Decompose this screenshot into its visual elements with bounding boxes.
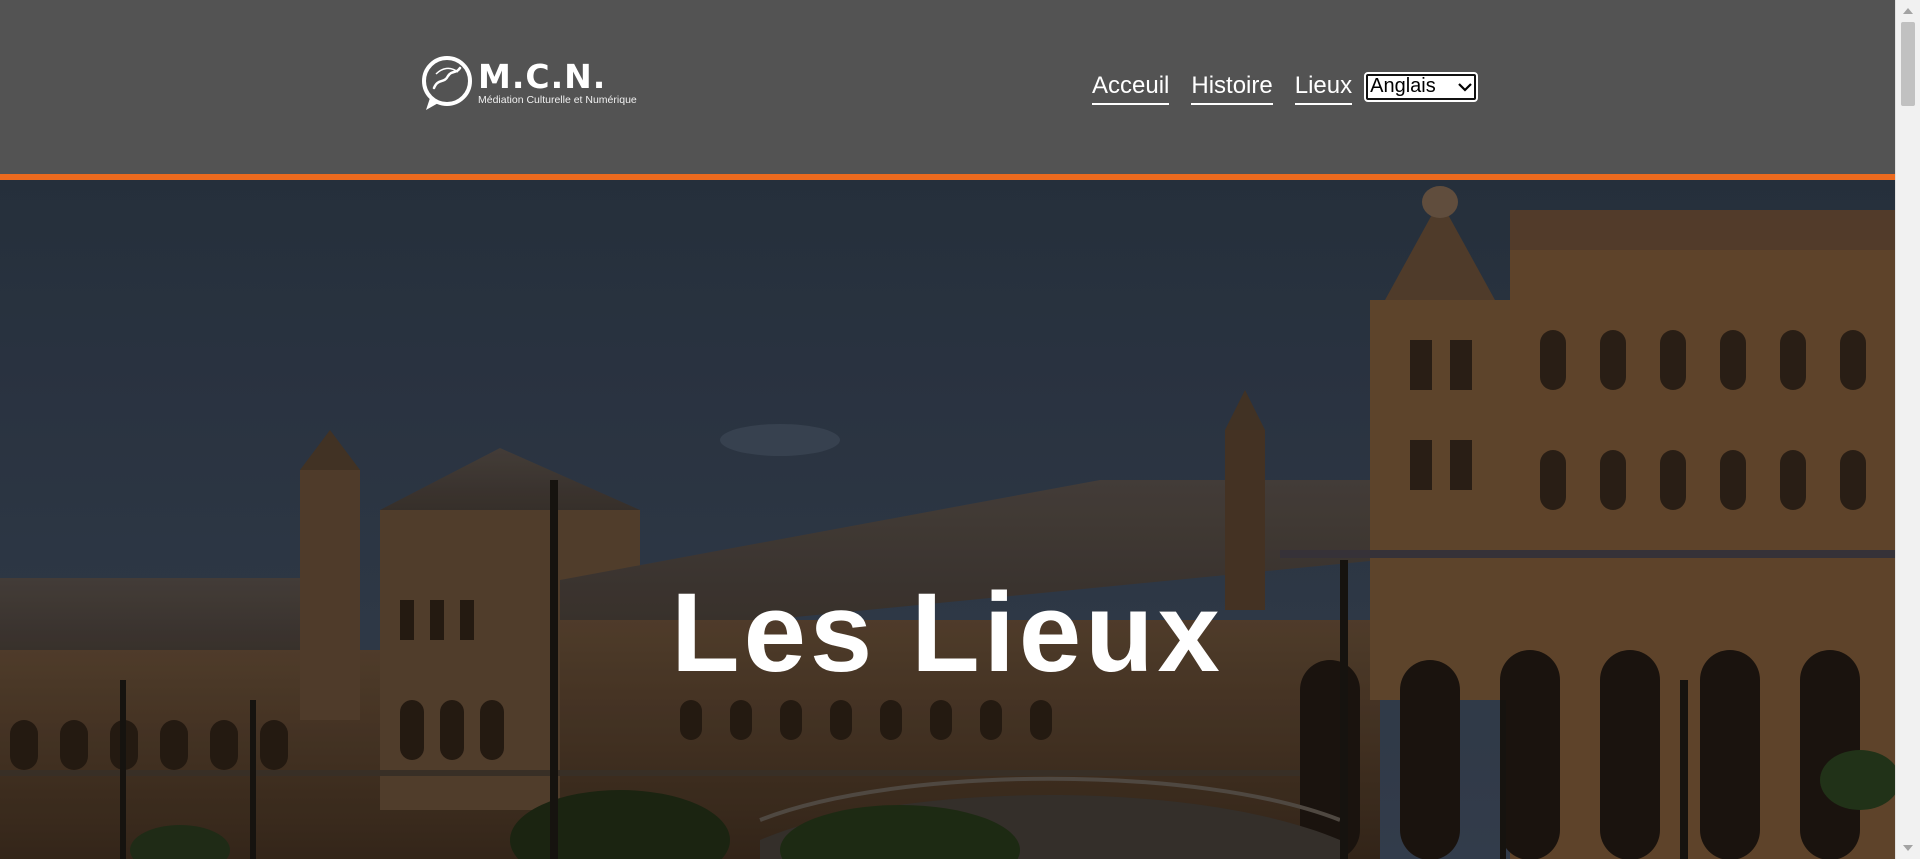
scroll-down-arrow-icon[interactable] (1896, 839, 1920, 857)
main-nav: Acceuil Histoire Lieux Anglais (1092, 71, 1479, 105)
vertical-scrollbar[interactable] (1895, 0, 1920, 859)
nav-link-acceuil[interactable]: Acceuil (1092, 72, 1170, 105)
scroll-up-arrow-icon[interactable] (1896, 2, 1920, 20)
logo-title: M.C.N. (478, 57, 607, 96)
nav-link-lieux[interactable]: Lieux (1294, 72, 1353, 105)
site-logo[interactable]: M.C.N. Médiation Culturelle et Numérique (420, 52, 640, 114)
logo-subtitle: Médiation Culturelle et Numérique (478, 94, 637, 106)
hero-overlay (0, 180, 1895, 859)
site-header: M.C.N. Médiation Culturelle et Numérique… (0, 0, 1895, 174)
hero-banner: Les Lieux (0, 180, 1895, 859)
speech-bubble-logo-icon (422, 56, 472, 110)
logo-text: M.C.N. Médiation Culturelle et Numérique (478, 57, 637, 107)
chevron-down-icon (1458, 82, 1472, 92)
nav-link-histoire[interactable]: Histoire (1191, 72, 1273, 105)
page: M.C.N. Médiation Culturelle et Numérique… (0, 0, 1895, 859)
language-select[interactable]: Anglais (1364, 71, 1479, 102)
language-select-value: Anglais (1370, 75, 1436, 97)
hero-title: Les Lieux (671, 570, 1224, 696)
scrollbar-thumb[interactable] (1901, 22, 1915, 106)
